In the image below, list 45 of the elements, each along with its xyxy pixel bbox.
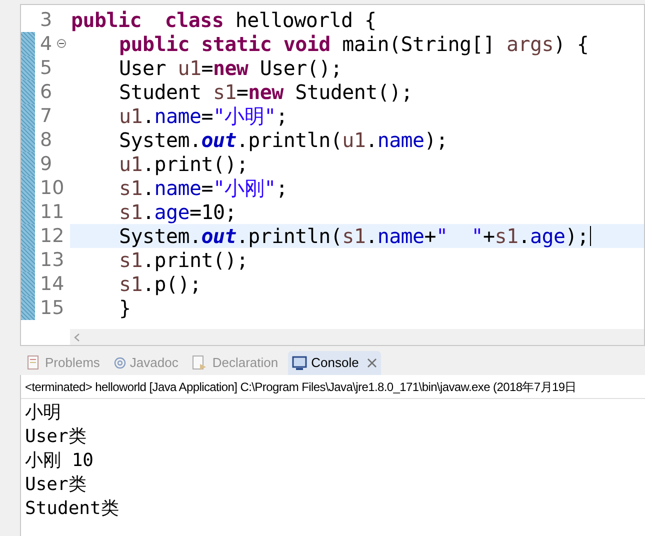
line-number: 11 bbox=[40, 202, 64, 222]
line-number: 5 bbox=[40, 58, 52, 78]
at-icon bbox=[114, 357, 126, 369]
code-line: s1.name="小刚"; bbox=[119, 178, 288, 198]
text-cursor bbox=[590, 226, 592, 246]
code-line: s1.age=10; bbox=[119, 202, 236, 222]
line-number: 9 bbox=[40, 154, 52, 174]
code-line: s1.print(); bbox=[119, 250, 248, 270]
code-line: public class helloworld { bbox=[71, 10, 376, 30]
code-line: u1.print(); bbox=[119, 154, 248, 174]
close-icon[interactable] bbox=[366, 358, 377, 368]
line-number: 6 bbox=[40, 82, 52, 102]
panel-tab[interactable]: Console bbox=[288, 351, 381, 375]
line-number: 10 bbox=[40, 178, 64, 198]
code-line: u1.name="小明"; bbox=[119, 106, 288, 126]
console-status: <terminated> helloworld [Java Application] C:\Program Files\Java\jre1.8.0_171\bin\javaw.exe (2018年7月19日 bbox=[25, 378, 576, 396]
code-line: s1.p(); bbox=[119, 274, 202, 294]
line-number: 15 bbox=[40, 298, 64, 318]
horizontal-scrollbar[interactable] bbox=[70, 329, 644, 345]
code-line: public static void main(String[] args) { bbox=[119, 34, 589, 54]
monitor-icon bbox=[292, 356, 308, 370]
line-number: 14 bbox=[40, 274, 64, 294]
console-output-line: Student类 bbox=[25, 500, 119, 518]
code-line: System.out.println(u1.name); bbox=[119, 130, 448, 150]
scroll-left-icon[interactable] bbox=[74, 332, 80, 342]
collapse-icon[interactable] bbox=[57, 39, 66, 48]
line-number: 12 bbox=[40, 226, 64, 246]
panel-tab[interactable]: Javadoc bbox=[110, 351, 182, 375]
console-output-line: User类 bbox=[25, 476, 86, 494]
console-output-line: 小刚 10 bbox=[25, 452, 94, 470]
code-line: System.out.println(s1.name+" "+s1.age); bbox=[119, 226, 589, 246]
problems-icon bbox=[27, 355, 41, 371]
code-line: } bbox=[119, 298, 131, 318]
document-icon bbox=[192, 355, 208, 371]
line-number: 4 bbox=[40, 34, 52, 54]
line-number: 13 bbox=[40, 250, 64, 270]
panel-tab[interactable]: Problems bbox=[23, 351, 104, 375]
code-line: Student s1=new Student(); bbox=[119, 82, 413, 102]
console-output-line: User类 bbox=[25, 428, 86, 446]
line-number: 8 bbox=[40, 130, 52, 150]
code-line: User u1=new User(); bbox=[119, 58, 342, 78]
line-number: 7 bbox=[40, 106, 52, 126]
panel-tab[interactable]: Declaration bbox=[188, 351, 282, 375]
line-number: 3 bbox=[40, 10, 52, 30]
console-output-line: 小明 bbox=[25, 404, 61, 422]
